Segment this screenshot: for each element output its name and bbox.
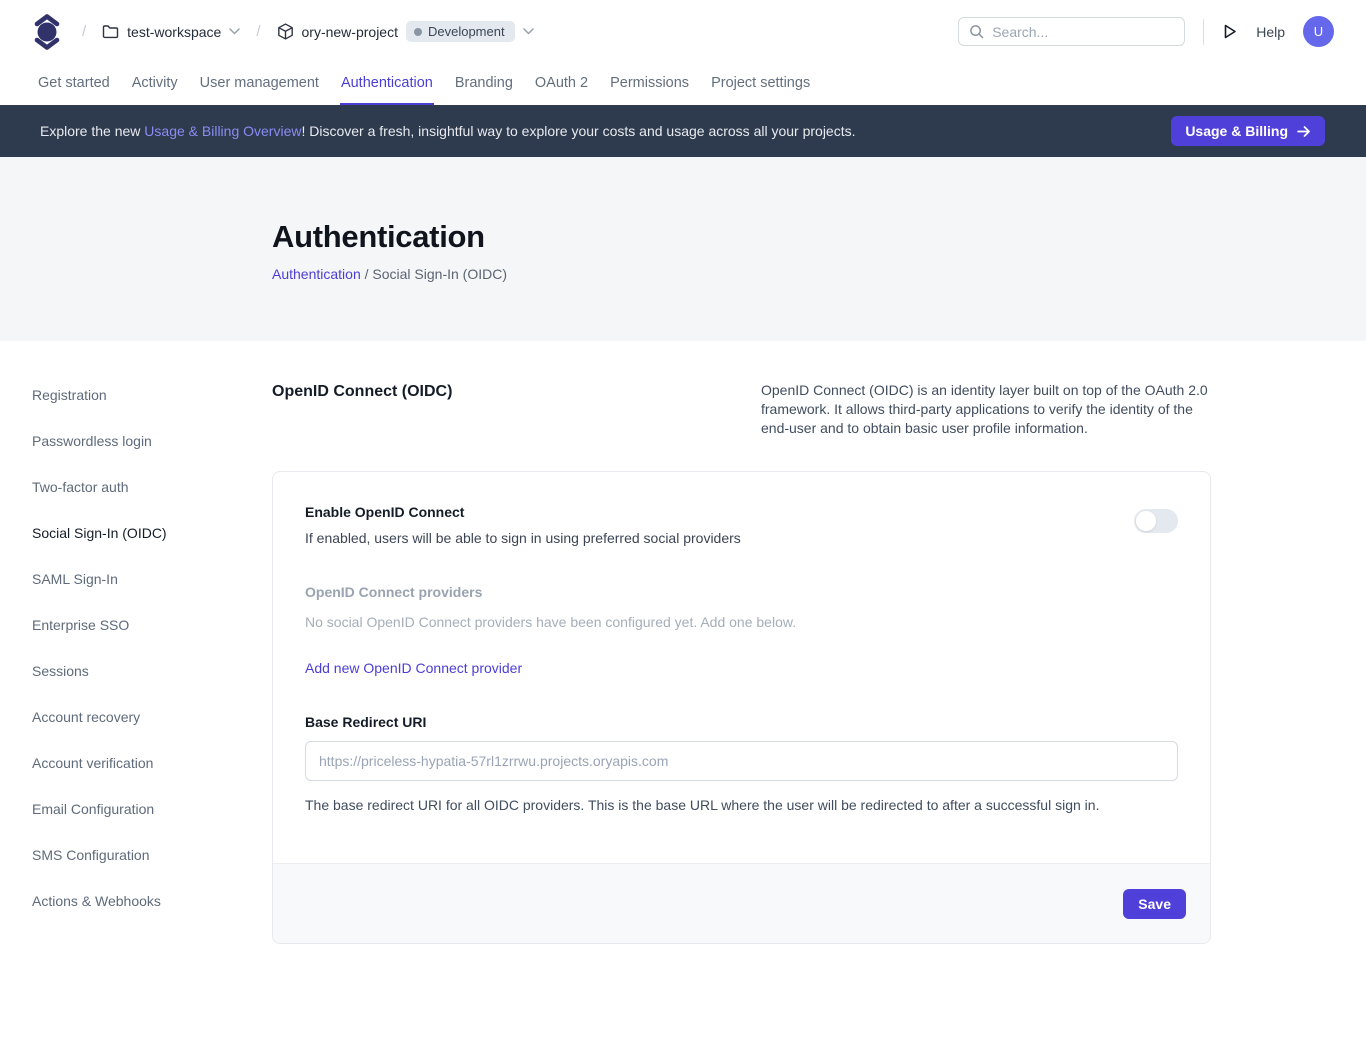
base-redirect-uri-help: The base redirect URI for all OIDC provi… (305, 796, 1178, 815)
sidebar-item-actions-webhooks[interactable]: Actions & Webhooks (32, 887, 272, 915)
sidebar-item-two-factor-auth[interactable]: Two-factor auth (32, 473, 272, 501)
sidebar-item-passwordless-login[interactable]: Passwordless login (32, 427, 272, 455)
tab-branding[interactable]: Branding (454, 63, 514, 105)
enable-oidc-description: If enabled, users will be able to sign i… (305, 530, 741, 546)
save-button[interactable]: Save (1123, 889, 1186, 919)
chevron-down-icon (229, 28, 240, 35)
usage-billing-overview-link[interactable]: Usage & Billing Overview (144, 123, 301, 139)
sidebar-item-enterprise-sso[interactable]: Enterprise SSO (32, 611, 272, 639)
sidebar-item-social-sign-in-oidc[interactable]: Social Sign-In (OIDC) (32, 519, 272, 547)
breadcrumb-separator: / (256, 23, 260, 40)
tab-project-settings[interactable]: Project settings (710, 63, 811, 105)
breadcrumb-current: Social Sign-In (OIDC) (372, 266, 507, 282)
enable-oidc-toggle[interactable] (1134, 509, 1178, 533)
tab-authentication[interactable]: Authentication (340, 63, 434, 105)
project-nav-tabs: Get started Activity User management Aut… (0, 63, 1366, 105)
oidc-settings-main: OpenID Connect (OIDC) OpenID Connect (OI… (272, 381, 1211, 944)
help-link[interactable]: Help (1256, 24, 1285, 40)
sidebar-item-sessions[interactable]: Sessions (32, 657, 272, 685)
breadcrumb-authentication-link[interactable]: Authentication (272, 266, 361, 282)
workspace-selector[interactable]: test-workspace (102, 24, 240, 40)
search-icon (969, 24, 984, 39)
sidebar-item-sms-configuration[interactable]: SMS Configuration (32, 841, 272, 869)
sidebar-item-email-configuration[interactable]: Email Configuration (32, 795, 272, 823)
folder-icon (102, 24, 119, 39)
base-redirect-uri-input[interactable] (305, 741, 1178, 781)
settings-sidebar: Registration Passwordless login Two-fact… (32, 381, 272, 944)
providers-section-title: OpenID Connect providers (305, 584, 1178, 600)
usage-billing-button[interactable]: Usage & Billing (1171, 116, 1325, 146)
tab-user-management[interactable]: User management (199, 63, 320, 105)
breadcrumb-separator: / (82, 23, 86, 40)
tab-oauth2[interactable]: OAuth 2 (534, 63, 589, 105)
sidebar-item-registration[interactable]: Registration (32, 381, 272, 409)
environment-badge: Development (406, 21, 515, 42)
sidebar-item-account-verification[interactable]: Account verification (32, 749, 272, 777)
base-redirect-uri-label: Base Redirect URI (305, 714, 1178, 730)
top-header: / test-workspace / ory-new-project Devel… (0, 0, 1366, 63)
enable-oidc-label: Enable OpenID Connect (305, 504, 741, 520)
content-area: Registration Passwordless login Two-fact… (0, 341, 1366, 1004)
search-box[interactable] (958, 17, 1185, 46)
usage-billing-banner: Explore the new Usage & Billing Overview… (0, 105, 1366, 157)
banner-text: Explore the new Usage & Billing Overview… (40, 123, 1171, 139)
search-input[interactable] (992, 24, 1174, 40)
breadcrumb: Authentication / Social Sign-In (OIDC) (272, 266, 1366, 282)
chevron-down-icon (523, 28, 534, 35)
arrow-right-icon (1297, 125, 1311, 138)
sidebar-item-saml-sign-in[interactable]: SAML Sign-In (32, 565, 272, 593)
add-oidc-provider-link[interactable]: Add new OpenID Connect provider (305, 660, 522, 676)
project-name: ory-new-project (302, 24, 398, 40)
section-description: OpenID Connect (OIDC) is an identity lay… (761, 381, 1211, 438)
tab-activity[interactable]: Activity (131, 63, 179, 105)
user-avatar[interactable]: U (1303, 16, 1334, 47)
page-title: Authentication (272, 219, 1366, 255)
header-divider (1203, 19, 1204, 45)
package-icon (277, 23, 294, 40)
section-title: OpenID Connect (OIDC) (272, 381, 452, 401)
tab-permissions[interactable]: Permissions (609, 63, 690, 105)
page-hero: Authentication Authentication / Social S… (0, 157, 1366, 341)
tab-get-started[interactable]: Get started (37, 63, 111, 105)
providers-empty-message: No social OpenID Connect providers have … (305, 614, 1178, 630)
card-footer: Save (273, 863, 1210, 943)
play-icon[interactable] (1222, 23, 1238, 40)
workspace-name: test-workspace (127, 24, 221, 40)
project-selector[interactable]: ory-new-project Development (277, 21, 534, 42)
toggle-knob (1136, 511, 1156, 531)
status-dot-icon (414, 28, 422, 36)
oidc-settings-card: Enable OpenID Connect If enabled, users … (272, 471, 1211, 944)
ory-logo-icon[interactable] (32, 13, 62, 51)
sidebar-item-account-recovery[interactable]: Account recovery (32, 703, 272, 731)
